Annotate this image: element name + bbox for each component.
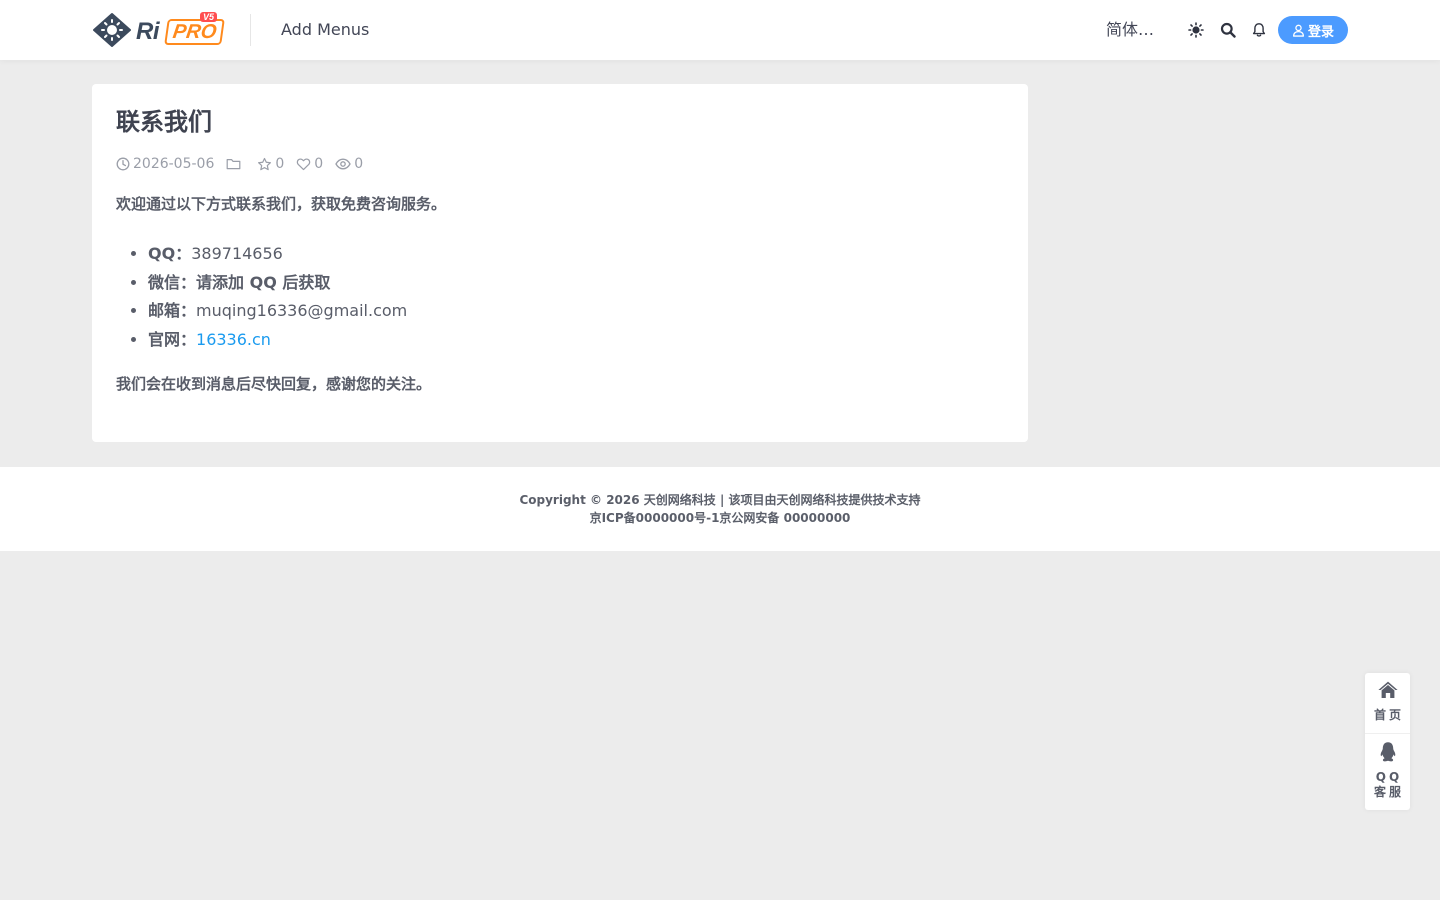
bell-icon[interactable] <box>1249 20 1269 40</box>
nav-item-add-menus[interactable]: Add Menus <box>281 19 369 41</box>
logo-mark-icon <box>93 13 131 47</box>
contact-label: QQ： <box>148 244 192 263</box>
meta-favorites[interactable]: 0 <box>257 154 284 174</box>
login-label: 登录 <box>1307 24 1334 40</box>
likes-count: 0 <box>314 156 324 172</box>
meta-likes[interactable]: 0 <box>296 154 323 174</box>
search-icon[interactable] <box>1218 20 1238 40</box>
article-card: 联系我们 2026-05-06 0 0 0 欢迎通过以下方式联系我们，获取免费咨… <box>92 84 1028 442</box>
contact-value: 389714656 <box>191 244 283 263</box>
home-icon <box>1377 681 1398 698</box>
clock-icon <box>116 157 130 171</box>
float-divider <box>1365 733 1410 734</box>
theme-toggle-icon[interactable] <box>1186 20 1206 40</box>
article-date: 2026-05-06 <box>133 156 215 172</box>
page-title: 联系我们 <box>116 108 212 136</box>
contact-label: 官网： <box>148 329 197 349</box>
qq-penguin-icon <box>1380 742 1395 762</box>
article-outro: 我们会在收到消息后尽快回复，感谢您的关注。 <box>116 375 432 393</box>
contact-value: 请添加 QQ 后获取 <box>196 272 331 292</box>
site-logo[interactable]: Ri PRO V5 <box>92 12 226 48</box>
heart-icon <box>297 158 311 171</box>
contact-value: muqing16336@gmail.com <box>196 301 408 321</box>
logo-version-badge: V5 <box>200 12 218 22</box>
float-home-button[interactable]: 首页 <box>1365 680 1410 723</box>
float-qq-label: QQ <box>1375 770 1403 784</box>
article-intro: 欢迎通过以下方式联系我们，获取免费咨询服务。 <box>116 195 447 213</box>
eye-icon <box>335 158 351 170</box>
floating-sidebar: 首页 QQ 客服 <box>1365 673 1410 810</box>
favorites-count: 0 <box>275 156 285 172</box>
float-qq-service-button[interactable]: QQ 客服 <box>1365 741 1410 800</box>
website-link[interactable]: 16336.cn <box>196 330 271 349</box>
site-footer: Copyright © 2026 天创网络科技 | 该项目由天创网络科技提供技术… <box>0 467 1440 551</box>
folder-icon <box>226 159 241 170</box>
contact-item-email: 邮箱：muqing16336@gmail.com <box>148 297 407 326</box>
views-count: 0 <box>354 156 364 172</box>
language-switcher[interactable]: 简体… <box>1106 19 1154 41</box>
site-header: Ri PRO V5 Add Menus 简体… 登录 <box>0 0 1440 60</box>
article-meta: 2026-05-06 0 0 0 <box>116 154 375 174</box>
contact-label: 邮箱： <box>148 301 197 321</box>
contact-item-qq: QQ：389714656 <box>148 240 407 269</box>
logo-text-ri: Ri <box>136 18 160 45</box>
float-home-label: 首页 <box>1373 708 1404 722</box>
contact-list: QQ：389714656 微信：请添加 QQ 后获取 邮箱：muqing1633… <box>116 240 407 354</box>
contact-item-wechat: 微信：请添加 QQ 后获取 <box>148 269 407 298</box>
footer-copyright: Copyright © 2026 天创网络科技 | 该项目由天创网络科技提供技术… <box>519 493 921 507</box>
contact-item-website: 官网：16336.cn <box>148 326 407 355</box>
nav-divider <box>250 14 251 46</box>
meta-date: 2026-05-06 <box>116 154 214 174</box>
contact-label: 微信： <box>148 272 197 292</box>
star-icon <box>258 157 272 170</box>
meta-category[interactable] <box>226 157 241 171</box>
user-icon <box>1293 24 1304 37</box>
login-button[interactable]: 登录 <box>1278 16 1348 44</box>
footer-icp[interactable]: 京ICP备0000000号-1京公网安备 00000000 <box>0 509 1440 527</box>
meta-views: 0 <box>335 154 363 174</box>
float-qq-label-service: 客服 <box>1373 785 1404 799</box>
logo-text-pro: PRO <box>164 19 226 45</box>
